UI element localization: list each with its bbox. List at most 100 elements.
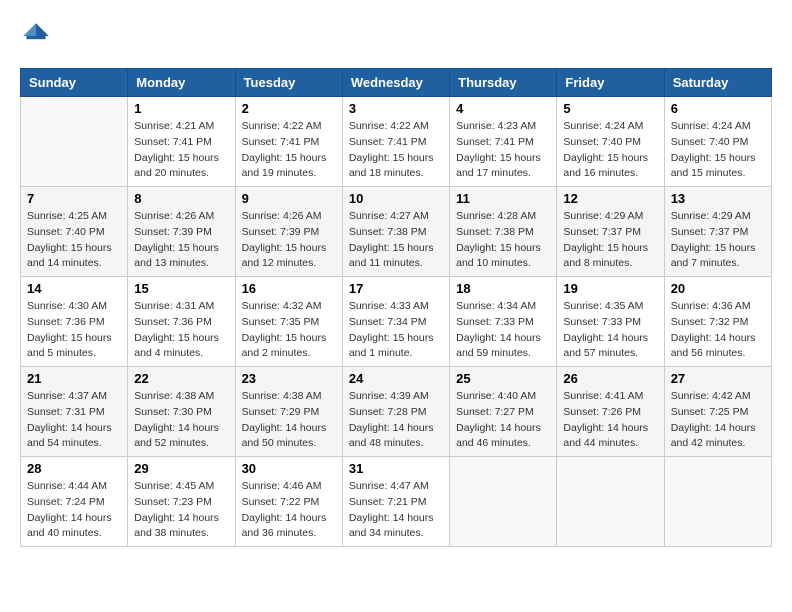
sunrise-text: Sunrise: 4:25 AM	[27, 210, 107, 222]
day-info: Sunrise: 4:28 AM Sunset: 7:38 PM Dayligh…	[456, 209, 550, 272]
calendar-cell: 25 Sunrise: 4:40 AM Sunset: 7:27 PM Dayl…	[450, 367, 557, 457]
weekday-header: Wednesday	[342, 69, 449, 97]
sunrise-text: Sunrise: 4:27 AM	[349, 210, 429, 222]
daylight-text: Daylight: 14 hours and 46 minutes.	[456, 422, 541, 450]
day-info: Sunrise: 4:32 AM Sunset: 7:35 PM Dayligh…	[242, 299, 336, 362]
daylight-text: Daylight: 14 hours and 54 minutes.	[27, 422, 112, 450]
day-info: Sunrise: 4:26 AM Sunset: 7:39 PM Dayligh…	[242, 209, 336, 272]
sunset-text: Sunset: 7:38 PM	[456, 226, 534, 238]
daylight-text: Daylight: 15 hours and 11 minutes.	[349, 242, 434, 270]
sunset-text: Sunset: 7:41 PM	[134, 136, 212, 148]
sunset-text: Sunset: 7:33 PM	[563, 316, 641, 328]
sunrise-text: Sunrise: 4:32 AM	[242, 300, 322, 312]
calendar-cell: 13 Sunrise: 4:29 AM Sunset: 7:37 PM Dayl…	[664, 187, 771, 277]
calendar-cell: 7 Sunrise: 4:25 AM Sunset: 7:40 PM Dayli…	[21, 187, 128, 277]
calendar-cell: 29 Sunrise: 4:45 AM Sunset: 7:23 PM Dayl…	[128, 457, 235, 547]
calendar-cell: 19 Sunrise: 4:35 AM Sunset: 7:33 PM Dayl…	[557, 277, 664, 367]
sunset-text: Sunset: 7:41 PM	[349, 136, 427, 148]
sunset-text: Sunset: 7:35 PM	[242, 316, 320, 328]
sunrise-text: Sunrise: 4:36 AM	[671, 300, 751, 312]
calendar-cell: 27 Sunrise: 4:42 AM Sunset: 7:25 PM Dayl…	[664, 367, 771, 457]
calendar-week: 14 Sunrise: 4:30 AM Sunset: 7:36 PM Dayl…	[21, 277, 772, 367]
day-number: 21	[27, 371, 121, 386]
calendar-cell	[450, 457, 557, 547]
logo-icon	[20, 20, 52, 52]
sunrise-text: Sunrise: 4:37 AM	[27, 390, 107, 402]
day-number: 18	[456, 281, 550, 296]
day-number: 28	[27, 461, 121, 476]
calendar-cell: 31 Sunrise: 4:47 AM Sunset: 7:21 PM Dayl…	[342, 457, 449, 547]
daylight-text: Daylight: 15 hours and 1 minute.	[349, 332, 434, 360]
sunrise-text: Sunrise: 4:40 AM	[456, 390, 536, 402]
daylight-text: Daylight: 15 hours and 8 minutes.	[563, 242, 648, 270]
sunset-text: Sunset: 7:34 PM	[349, 316, 427, 328]
daylight-text: Daylight: 14 hours and 48 minutes.	[349, 422, 434, 450]
weekday-header: Tuesday	[235, 69, 342, 97]
day-info: Sunrise: 4:26 AM Sunset: 7:39 PM Dayligh…	[134, 209, 228, 272]
sunset-text: Sunset: 7:38 PM	[349, 226, 427, 238]
calendar-header: SundayMondayTuesdayWednesdayThursdayFrid…	[21, 69, 772, 97]
day-number: 20	[671, 281, 765, 296]
sunset-text: Sunset: 7:25 PM	[671, 406, 749, 418]
sunset-text: Sunset: 7:40 PM	[671, 136, 749, 148]
day-number: 4	[456, 101, 550, 116]
sunset-text: Sunset: 7:22 PM	[242, 496, 320, 508]
daylight-text: Daylight: 14 hours and 57 minutes.	[563, 332, 648, 360]
daylight-text: Daylight: 15 hours and 7 minutes.	[671, 242, 756, 270]
day-info: Sunrise: 4:24 AM Sunset: 7:40 PM Dayligh…	[671, 119, 765, 182]
daylight-text: Daylight: 15 hours and 12 minutes.	[242, 242, 327, 270]
sunrise-text: Sunrise: 4:29 AM	[671, 210, 751, 222]
day-number: 14	[27, 281, 121, 296]
sunset-text: Sunset: 7:28 PM	[349, 406, 427, 418]
weekday-header: Monday	[128, 69, 235, 97]
day-info: Sunrise: 4:39 AM Sunset: 7:28 PM Dayligh…	[349, 389, 443, 452]
sunrise-text: Sunrise: 4:26 AM	[242, 210, 322, 222]
day-number: 9	[242, 191, 336, 206]
day-info: Sunrise: 4:35 AM Sunset: 7:33 PM Dayligh…	[563, 299, 657, 362]
calendar-cell	[557, 457, 664, 547]
sunset-text: Sunset: 7:37 PM	[671, 226, 749, 238]
day-number: 13	[671, 191, 765, 206]
day-info: Sunrise: 4:44 AM Sunset: 7:24 PM Dayligh…	[27, 479, 121, 542]
sunset-text: Sunset: 7:21 PM	[349, 496, 427, 508]
day-info: Sunrise: 4:31 AM Sunset: 7:36 PM Dayligh…	[134, 299, 228, 362]
sunset-text: Sunset: 7:37 PM	[563, 226, 641, 238]
sunrise-text: Sunrise: 4:30 AM	[27, 300, 107, 312]
sunrise-text: Sunrise: 4:31 AM	[134, 300, 214, 312]
daylight-text: Daylight: 15 hours and 17 minutes.	[456, 152, 541, 180]
day-number: 26	[563, 371, 657, 386]
day-number: 31	[349, 461, 443, 476]
sunset-text: Sunset: 7:30 PM	[134, 406, 212, 418]
day-number: 12	[563, 191, 657, 206]
day-info: Sunrise: 4:25 AM Sunset: 7:40 PM Dayligh…	[27, 209, 121, 272]
day-info: Sunrise: 4:45 AM Sunset: 7:23 PM Dayligh…	[134, 479, 228, 542]
weekday-header: Friday	[557, 69, 664, 97]
calendar-cell: 28 Sunrise: 4:44 AM Sunset: 7:24 PM Dayl…	[21, 457, 128, 547]
sunrise-text: Sunrise: 4:22 AM	[349, 120, 429, 132]
day-info: Sunrise: 4:42 AM Sunset: 7:25 PM Dayligh…	[671, 389, 765, 452]
day-info: Sunrise: 4:22 AM Sunset: 7:41 PM Dayligh…	[349, 119, 443, 182]
calendar-cell: 3 Sunrise: 4:22 AM Sunset: 7:41 PM Dayli…	[342, 97, 449, 187]
calendar-cell: 11 Sunrise: 4:28 AM Sunset: 7:38 PM Dayl…	[450, 187, 557, 277]
day-info: Sunrise: 4:38 AM Sunset: 7:29 PM Dayligh…	[242, 389, 336, 452]
sunrise-text: Sunrise: 4:23 AM	[456, 120, 536, 132]
day-info: Sunrise: 4:29 AM Sunset: 7:37 PM Dayligh…	[563, 209, 657, 272]
sunset-text: Sunset: 7:39 PM	[242, 226, 320, 238]
sunrise-text: Sunrise: 4:42 AM	[671, 390, 751, 402]
calendar-cell: 8 Sunrise: 4:26 AM Sunset: 7:39 PM Dayli…	[128, 187, 235, 277]
daylight-text: Daylight: 14 hours and 50 minutes.	[242, 422, 327, 450]
sunset-text: Sunset: 7:23 PM	[134, 496, 212, 508]
daylight-text: Daylight: 15 hours and 5 minutes.	[27, 332, 112, 360]
calendar-cell: 5 Sunrise: 4:24 AM Sunset: 7:40 PM Dayli…	[557, 97, 664, 187]
page-header	[20, 20, 772, 52]
calendar-cell: 22 Sunrise: 4:38 AM Sunset: 7:30 PM Dayl…	[128, 367, 235, 457]
calendar-cell: 20 Sunrise: 4:36 AM Sunset: 7:32 PM Dayl…	[664, 277, 771, 367]
daylight-text: Daylight: 14 hours and 56 minutes.	[671, 332, 756, 360]
daylight-text: Daylight: 15 hours and 20 minutes.	[134, 152, 219, 180]
sunrise-text: Sunrise: 4:38 AM	[134, 390, 214, 402]
day-info: Sunrise: 4:24 AM Sunset: 7:40 PM Dayligh…	[563, 119, 657, 182]
logo	[20, 20, 56, 52]
day-info: Sunrise: 4:47 AM Sunset: 7:21 PM Dayligh…	[349, 479, 443, 542]
daylight-text: Daylight: 15 hours and 4 minutes.	[134, 332, 219, 360]
daylight-text: Daylight: 15 hours and 14 minutes.	[27, 242, 112, 270]
